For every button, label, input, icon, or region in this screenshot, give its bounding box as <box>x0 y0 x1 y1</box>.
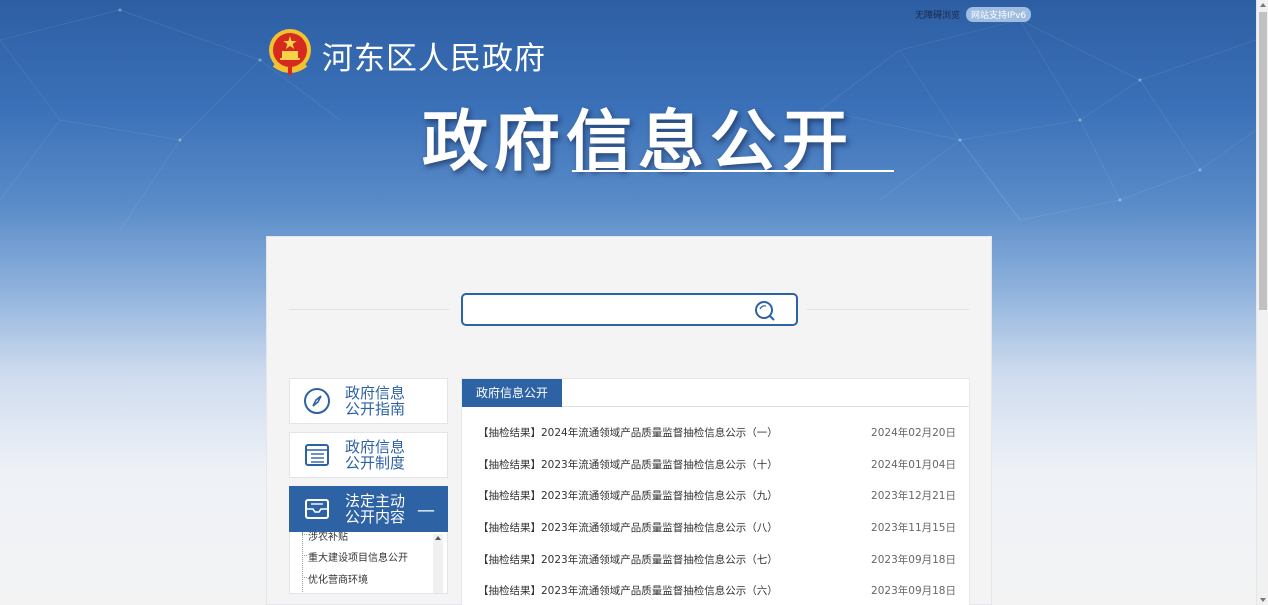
list-item[interactable]: 【抽检结果】2023年流通领域产品质量监督抽检信息公示（七） 2023年09月1… <box>478 543 956 575</box>
collapse-toggle[interactable]: — <box>417 500 435 521</box>
site-name: 河东区人民政府 <box>322 41 546 77</box>
news-title[interactable]: 【抽检结果】2023年流通领域产品质量监督抽检信息公示（七） <box>478 552 778 567</box>
news-date: 2023年09月18日 <box>871 585 956 598</box>
compass-icon <box>304 388 330 414</box>
search-box <box>461 293 798 326</box>
list-item[interactable]: 【抽检结果】2024年流通领域产品质量监督抽检信息公示（一） 2024年02月2… <box>478 417 956 449</box>
accessible-browse-link[interactable]: 无障碍浏览 <box>915 8 960 21</box>
list-item[interactable]: 【抽检结果】2023年流通领域产品质量监督抽检信息公示（九） 2023年12月2… <box>478 480 956 512</box>
scroll-up-icon[interactable] <box>435 536 441 540</box>
list-item[interactable]: 【抽检结果】2023年流通领域产品质量监督抽检信息公示（八） 2023年11月1… <box>478 512 956 544</box>
scroll-down-icon[interactable] <box>1260 598 1266 602</box>
sub-item-major-projects[interactable]: 重大建设项目信息公开 <box>302 549 408 564</box>
sidebar-item-label: 政府信息公开制度 <box>345 438 406 472</box>
news-date: 2023年12月21日 <box>871 490 956 503</box>
inbox-icon <box>305 499 329 519</box>
ipv6-badge: 网站支持IPv6 <box>966 7 1032 22</box>
divider <box>289 309 449 310</box>
news-title[interactable]: 【抽检结果】2023年流通领域产品质量监督抽检信息公示（十） <box>478 457 778 472</box>
news-date: 2023年09月18日 <box>871 553 956 566</box>
search-input[interactable] <box>463 295 743 324</box>
topbar-links: 无障碍浏览 网站支持IPv6 <box>915 7 1032 22</box>
sidebar-item-system[interactable]: 政府信息公开制度 <box>289 432 448 478</box>
content-tab-bar: 政府信息公开 <box>462 379 969 407</box>
search-icon[interactable] <box>754 300 776 322</box>
sidebar-item-guide[interactable]: 政府信息公开指南 <box>289 378 448 424</box>
tree-line <box>302 532 303 593</box>
sidebar-item-statutory-content[interactable]: 法定主动公开内容 — <box>289 486 448 532</box>
news-date: 2024年02月20日 <box>871 427 956 440</box>
news-list: 【抽检结果】2024年流通领域产品质量监督抽检信息公示（一） 2024年02月2… <box>478 417 956 605</box>
document-list-icon <box>305 444 329 466</box>
list-item[interactable]: 【抽检结果】2023年流通领域产品质量监督抽检信息公示（六） 2023年09月1… <box>478 575 956 605</box>
sub-list-scrollbar[interactable] <box>433 534 443 593</box>
sub-item-business-env[interactable]: 优化营商环境 <box>302 571 368 586</box>
news-title[interactable]: 【抽检结果】2024年流通领域产品质量监督抽检信息公示（一） <box>478 425 778 440</box>
news-title[interactable]: 【抽检结果】2023年流通领域产品质量监督抽检信息公示（八） <box>478 520 778 535</box>
title-underline <box>572 170 894 172</box>
news-title[interactable]: 【抽检结果】2023年流通领域产品质量监督抽检信息公示（九） <box>478 488 778 503</box>
news-date: 2024年01月04日 <box>871 458 956 471</box>
content-list-panel: 政府信息公开 【抽检结果】2024年流通领域产品质量监督抽检信息公示（一） 20… <box>461 378 970 605</box>
tab-gov-info[interactable]: 政府信息公开 <box>462 379 563 407</box>
news-date: 2023年11月15日 <box>871 522 956 535</box>
scrollbar-thumb[interactable] <box>1259 12 1267 310</box>
national-emblem-icon <box>269 29 311 75</box>
list-item[interactable]: 【抽检结果】2023年流通领域产品质量监督抽检信息公示（十） 2024年01月0… <box>478 449 956 481</box>
sub-item-agri-subsidy[interactable]: 涉农补贴 <box>302 532 348 543</box>
sidebar: 政府信息公开指南 政府信息公开制度 法定主动公开内容 — 涉农补贴 重大建设项目… <box>289 378 448 594</box>
sidebar-item-label: 政府信息公开指南 <box>345 384 406 418</box>
sidebar-sub-list: 涉农补贴 重大建设项目信息公开 优化营商环境 <box>289 532 448 594</box>
sidebar-item-label: 法定主动公开内容 <box>345 492 406 526</box>
main-panel: 政府信息公开指南 政府信息公开制度 法定主动公开内容 — 涉农补贴 重大建设项目… <box>266 236 992 605</box>
divider <box>807 309 969 310</box>
news-title[interactable]: 【抽检结果】2023年流通领域产品质量监督抽检信息公示（六） <box>478 583 778 598</box>
scroll-up-icon[interactable] <box>1260 3 1266 7</box>
page-scrollbar[interactable] <box>1256 0 1268 605</box>
